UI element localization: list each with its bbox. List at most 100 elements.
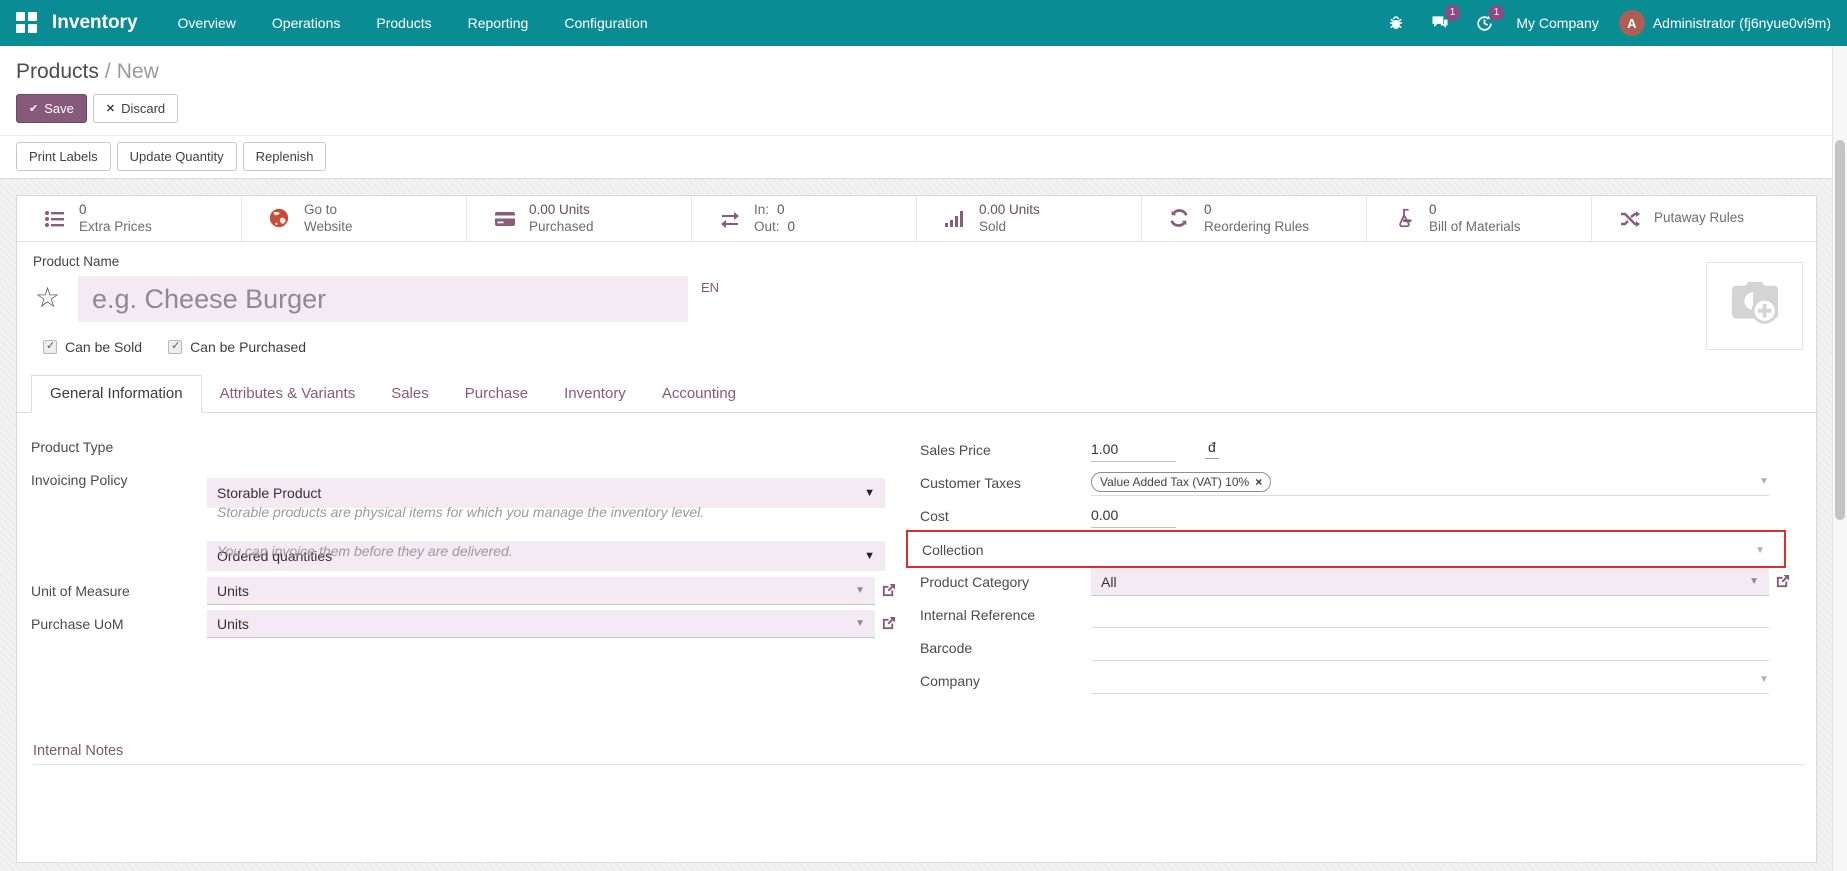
- stat-purchased[interactable]: 0.00 UnitsPurchased: [467, 196, 692, 241]
- storable-help-text: Storable products are physical items for…: [217, 504, 704, 520]
- website-line2: Website: [304, 219, 353, 236]
- sales-price-input[interactable]: [1091, 436, 1176, 462]
- discard-button[interactable]: Discard: [93, 94, 178, 123]
- in-label: In:: [754, 202, 769, 219]
- checkbox-checked-icon: [43, 340, 57, 354]
- chevron-down-icon: ▼: [864, 550, 875, 562]
- product-category-external-link-icon[interactable]: [1775, 574, 1790, 589]
- menu-configuration[interactable]: Configuration: [564, 15, 647, 31]
- replenish-button[interactable]: Replenish: [243, 142, 327, 171]
- print-labels-button[interactable]: Print Labels: [16, 142, 111, 171]
- sold-label: Sold: [979, 219, 1040, 236]
- messages-icon[interactable]: 1: [1428, 11, 1452, 35]
- chevron-down-icon: ▼: [864, 487, 875, 499]
- product-category-label: Product Category: [920, 574, 1029, 590]
- app-name[interactable]: Inventory: [52, 12, 138, 34]
- stat-reordering-rules[interactable]: 0Reordering Rules: [1142, 196, 1367, 241]
- top-menu: Overview Operations Products Reporting C…: [178, 15, 648, 31]
- product-type-label: Product Type: [31, 439, 113, 455]
- sold-value: 0.00 Units: [979, 202, 1040, 219]
- customer-taxes-label: Customer Taxes: [920, 475, 1021, 491]
- tab-inventory[interactable]: Inventory: [546, 376, 644, 412]
- can-be-purchased-checkbox[interactable]: Can be Purchased: [168, 339, 306, 355]
- customer-taxes-field[interactable]: Value Added Tax (VAT) 10% ▼: [1091, 468, 1769, 496]
- stat-bill-of-materials[interactable]: 0Bill of Materials: [1367, 196, 1592, 241]
- product-category-value: All: [1101, 574, 1117, 590]
- checkbox-checked-icon: [168, 340, 182, 354]
- user-menu[interactable]: A Administrator (fj6nyue0vi9m): [1619, 10, 1831, 36]
- purchase-uom-field[interactable]: Units ▼: [207, 610, 875, 638]
- reordering-count: 0: [1204, 202, 1309, 219]
- purchased-label: Purchased: [529, 219, 594, 236]
- signal-bars-icon: [943, 207, 967, 231]
- inventory-app-window: Inventory Overview Operations Products R…: [0, 0, 1847, 871]
- globe-icon: [268, 207, 292, 231]
- caret-down-icon: ▼: [1759, 674, 1769, 685]
- camera-plus-icon: [1724, 280, 1786, 333]
- product-image-upload[interactable]: [1706, 262, 1803, 350]
- product-name-lang-tag[interactable]: EN: [701, 280, 719, 295]
- barcode-field[interactable]: [1091, 633, 1769, 661]
- stat-putaway-rules[interactable]: Putaway Rules: [1592, 196, 1816, 241]
- can-be-purchased-label: Can be Purchased: [190, 339, 306, 355]
- tab-general-information[interactable]: General Information: [31, 375, 202, 413]
- topbar-right: 1 1 My Company A Administrator (fj6nyue0…: [1384, 10, 1831, 36]
- form-view-background: 0Extra Prices Go toWebsite 0.00 UnitsPur…: [0, 179, 1847, 871]
- shuffle-icon: [1618, 207, 1642, 231]
- invoicing-policy-label: Invoicing Policy: [31, 472, 128, 488]
- menu-reporting[interactable]: Reporting: [468, 15, 529, 31]
- breadcrumb-new: New: [117, 60, 159, 83]
- can-be-sold-checkbox[interactable]: Can be Sold: [43, 339, 142, 355]
- breadcrumb-separator: /: [105, 60, 111, 83]
- caret-down-icon: ▼: [1755, 545, 1765, 556]
- collection-field[interactable]: ▼: [1093, 536, 1765, 564]
- uom-label: Unit of Measure: [31, 583, 130, 599]
- apps-menu-icon[interactable]: [16, 12, 38, 34]
- tab-sales[interactable]: Sales: [373, 376, 447, 412]
- tax-tag[interactable]: Value Added Tax (VAT) 10%: [1091, 472, 1271, 492]
- tab-accounting[interactable]: Accounting: [644, 376, 754, 412]
- internal-reference-field[interactable]: [1091, 600, 1769, 628]
- user-name: Administrator (fj6nyue0vi9m): [1653, 15, 1831, 31]
- stat-go-to-website[interactable]: Go toWebsite: [242, 196, 467, 241]
- menu-products[interactable]: Products: [376, 15, 431, 31]
- caret-down-icon: ▼: [855, 618, 865, 629]
- bom-count: 0: [1429, 202, 1521, 219]
- internal-reference-label: Internal Reference: [920, 607, 1035, 623]
- cost-input[interactable]: [1091, 502, 1176, 528]
- uom-external-link-icon[interactable]: [881, 583, 896, 598]
- cost-label: Cost: [920, 508, 949, 524]
- activity-clock-icon[interactable]: 1: [1472, 11, 1496, 35]
- currency-symbol: đ: [1205, 439, 1219, 459]
- vertical-scrollbar[interactable]: [1832, 46, 1847, 871]
- scrollbar-thumb[interactable]: [1835, 140, 1845, 520]
- putaway-label: Putaway Rules: [1654, 210, 1744, 227]
- tax-tag-remove-icon[interactable]: [1255, 475, 1262, 489]
- purchase-uom-external-link-icon[interactable]: [881, 616, 896, 631]
- update-quantity-button[interactable]: Update Quantity: [117, 142, 237, 171]
- stat-sold[interactable]: 0.00 UnitsSold: [917, 196, 1142, 241]
- menu-operations[interactable]: Operations: [272, 15, 340, 31]
- stat-extra-prices[interactable]: 0Extra Prices: [17, 196, 242, 241]
- product-name-field-wrap: [78, 276, 688, 322]
- credit-card-icon: [493, 207, 517, 231]
- uom-field[interactable]: Units ▼: [207, 577, 875, 605]
- website-line1: Go to: [304, 202, 353, 219]
- debug-bug-icon[interactable]: [1384, 11, 1408, 35]
- product-category-field[interactable]: All ▼: [1091, 568, 1769, 596]
- messages-badge: 1: [1445, 5, 1461, 21]
- tab-attributes-variants[interactable]: Attributes & Variants: [202, 376, 374, 412]
- stat-forecast-in-out[interactable]: In:0 Out:0: [692, 196, 917, 241]
- company-switcher[interactable]: My Company: [1516, 15, 1598, 31]
- flask-icon: [1393, 207, 1417, 231]
- tab-purchase[interactable]: Purchase: [447, 376, 546, 412]
- product-type-value: Storable Product: [217, 485, 321, 501]
- company-field[interactable]: ▼: [1091, 666, 1769, 694]
- breadcrumb-products[interactable]: Products: [16, 60, 99, 83]
- favorite-star-icon[interactable]: ☆: [35, 284, 60, 312]
- menu-overview[interactable]: Overview: [178, 15, 236, 31]
- out-label: Out:: [754, 219, 780, 236]
- save-button[interactable]: Save: [16, 94, 87, 123]
- product-name-input[interactable]: [78, 276, 688, 322]
- sales-price-label: Sales Price: [920, 442, 991, 458]
